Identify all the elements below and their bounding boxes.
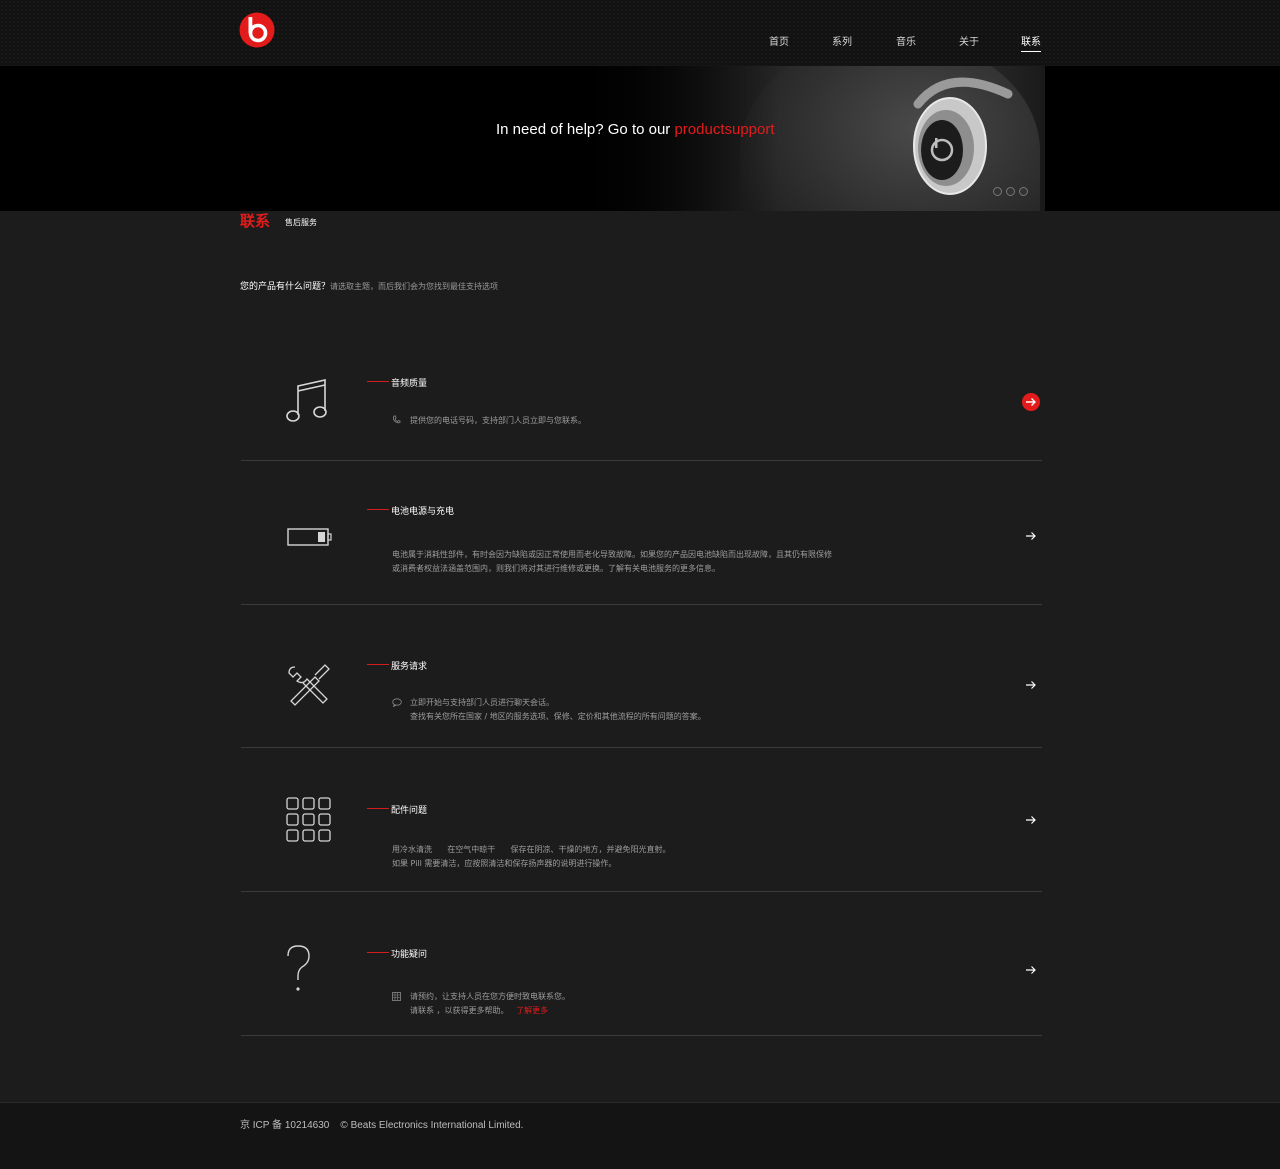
support-topic-battery[interactable]: 电池电源与充电 电池属于消耗性部件，有时会因为缺陷或因正常使用而老化导致故障。如… [241,461,1042,605]
section-description: 立即开始与支持部门人员进行聊天会话。 [410,698,554,707]
phone-icon [392,415,401,424]
hero-photo [500,66,1045,211]
section-description: 如果 Pill 需要清洁，应按照清洁和保存扬声器的说明进行操作。 [392,859,617,868]
hero-fade [500,66,780,211]
arrow-right-icon[interactable] [1021,526,1041,546]
nav-item-about[interactable]: 关于 [959,33,979,51]
page-title: 联系 [240,212,271,230]
support-topic-accessories[interactable]: 配件问题 用冷水清洗 在空气中晾干 保存在阴凉、干燥的地方，并避免阳光直射。 如… [241,748,1042,892]
hero-text: In need of help? Go to our [496,121,675,138]
section-description: 请预约，让支持人员在您方便时致电联系您。 [410,992,570,1001]
section-description: 查找有关您所在国家 / 地区的服务选项、保修、定价和其他流程的所有问题的答案。 [410,712,706,721]
section-title: 功能疑问 [391,950,428,960]
section-accent-rule [367,808,389,809]
product-support-link[interactable]: productsupport [674,121,774,138]
section-title: 服务请求 [391,662,428,672]
section-title: 配件问题 [391,806,428,816]
headphones-image [913,77,1013,195]
arrow-right-icon[interactable] [1021,810,1041,830]
section-title: 电池电源与充电 [391,507,455,517]
nav-item-contact[interactable]: 联系 [1021,33,1041,52]
footer: 京 ICP 备 10214630 © Beats Electronics Int… [0,1102,1280,1169]
instagram-icon[interactable] [993,187,1002,196]
question-text: 您的产品有什么问题？ [240,282,331,292]
facebook-icon[interactable] [1006,187,1015,196]
section-accent-rule [367,509,389,510]
section-accent-rule [367,664,389,665]
main-nav: 首页 系列 音乐 关于 联系 [0,33,1280,53]
question-prompt: 您的产品有什么问题？请选取主题，而后我们会为您找到最佳支持选项 [240,279,498,292]
question-mark-icon [287,945,310,991]
support-topic-features[interactable]: 功能疑问 请预约，让支持人员在您方便时致电联系您。 请联系 ，以获得更多帮助。 … [241,892,1042,1036]
grid-icon [286,797,331,842]
footer-copyright: 京 ICP 备 10214630 © Beats Electronics Int… [240,1120,524,1131]
arrow-right-icon[interactable] [1021,675,1041,695]
section-description: 提供您的电话号码，支持部门人员立即与您联系。 [410,416,586,425]
section-description: 请联系 ，以获得更多帮助。 [410,1006,509,1015]
learn-more-link[interactable]: 了解更多 [516,1006,548,1015]
page-subtitle: 售后服务 [285,218,317,227]
section-description: 用冷水清洗 在空气中晾干 保存在阴凉、干燥的地方，并避免阳光直射。 [392,845,671,854]
question-hint: 请选取主题，而后我们会为您找到最佳支持选项 [330,282,499,291]
hero-banner: In need of help? Go to our productsuppor… [0,66,1280,211]
section-accent-rule [367,381,389,382]
section-description-line: 请联系 ，以获得更多帮助。 了解更多 [410,1005,548,1016]
section-accent-rule [367,952,389,953]
section-description: 电池属于消耗性部件，有时会因为缺陷或因正常使用而老化导致故障。如果您的产品因电池… [392,550,832,559]
tools-icon [288,664,330,706]
chat-bubble-icon [392,698,402,707]
section-title: 音频质量 [391,379,428,389]
support-topic-audio[interactable]: 音频质量 提供您的电话号码，支持部门人员立即与您联系。 [241,320,1042,461]
calendar-icon [392,992,401,1001]
nav-item-series[interactable]: 系列 [832,33,852,51]
twitter-icon[interactable] [1019,187,1028,196]
header: 首页 系列 音乐 关于 联系 [0,0,1280,66]
music-note-icon [286,379,327,422]
arrow-right-icon[interactable] [1021,392,1041,412]
support-topic-service[interactable]: 服务请求 立即开始与支持部门人员进行聊天会话。 查找有关您所在国家 / 地区的服… [241,605,1042,748]
nav-item-music[interactable]: 音乐 [896,33,916,51]
hero-headline: In need of help? Go to our productsuppor… [496,121,775,138]
nav-item-home[interactable]: 首页 [769,33,789,51]
section-description: 或消费者权益法涵盖范围内，则我们将对其进行维修或更换。了解有关电池服务的更多信息… [392,564,720,573]
arrow-right-icon[interactable] [1021,960,1041,980]
battery-icon [287,528,332,546]
